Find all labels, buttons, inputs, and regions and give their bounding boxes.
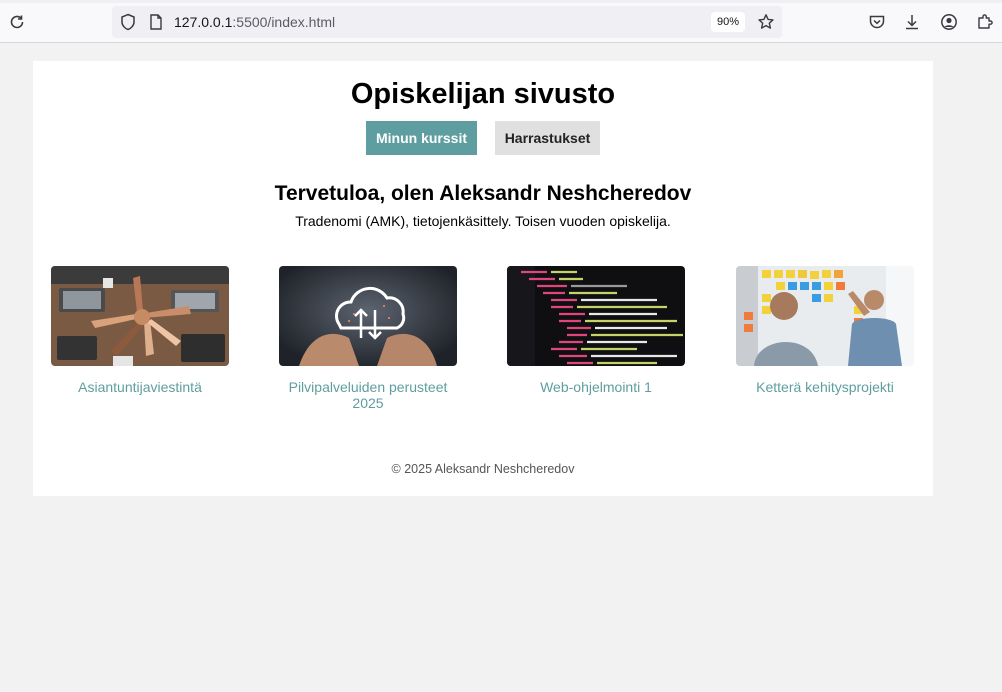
welcome-heading: Tervetuloa, olen Aleksandr Neshcheredov	[274, 182, 692, 205]
browser-toolbar: 127.0.0.1:5500/index.html 90%	[0, 0, 1002, 43]
page-container: Opiskelijan sivusto Minun kurssit Harras…	[33, 61, 933, 496]
zoom-level-badge[interactable]: 90%	[711, 12, 745, 32]
toolbar-top-edge	[0, 0, 1002, 3]
agile-board-image[interactable]	[736, 266, 914, 366]
nav-button-courses[interactable]: Minun kurssit	[366, 121, 477, 155]
reload-icon[interactable]	[7, 12, 27, 32]
course-card-web[interactable]: Web-ohjelmointi 1	[507, 266, 685, 395]
page-footer: © 2025 Aleksandr Neshcheredov	[391, 462, 575, 476]
pocket-icon[interactable]	[867, 12, 887, 32]
account-icon[interactable]	[939, 12, 959, 32]
extensions-icon[interactable]	[975, 12, 995, 32]
page-icon[interactable]	[146, 12, 166, 32]
download-icon[interactable]	[902, 12, 922, 32]
course-link-agile[interactable]: Ketterä kehitysprojekti	[736, 379, 914, 395]
address-bar[interactable]: 127.0.0.1:5500/index.html 90%	[112, 6, 782, 38]
url-path: :5500/index.html	[232, 14, 336, 30]
course-card-agile[interactable]: Ketterä kehitysprojekti	[736, 266, 914, 395]
site-title: Opiskelijan sivusto	[350, 78, 616, 110]
code-screen-image[interactable]	[507, 266, 685, 366]
course-card-communication[interactable]: Asiantuntijaviestintä	[51, 266, 229, 395]
url-host: 127.0.0.1	[174, 14, 233, 30]
course-link-web[interactable]: Web-ohjelmointi 1	[507, 379, 685, 395]
intro-subtitle: Tradenomi (AMK), tietojenkäsittely. Tois…	[295, 213, 671, 229]
course-link-communication[interactable]: Asiantuntijaviestintä	[51, 379, 229, 395]
teamwork-hands-image[interactable]	[51, 266, 229, 366]
nav-button-hobbies[interactable]: Harrastukset	[495, 121, 600, 155]
url-text[interactable]: 127.0.0.1:5500/index.html	[174, 14, 335, 30]
course-card-cloud[interactable]: Pilvipalveluiden perusteet 2025	[279, 266, 457, 411]
course-link-cloud[interactable]: Pilvipalveluiden perusteet 2025	[279, 379, 457, 411]
main-nav: Minun kurssit Harrastukset	[33, 121, 933, 155]
shield-icon[interactable]	[118, 12, 138, 32]
bookmark-star-icon[interactable]	[756, 12, 776, 32]
cloud-hands-image[interactable]	[279, 266, 457, 366]
